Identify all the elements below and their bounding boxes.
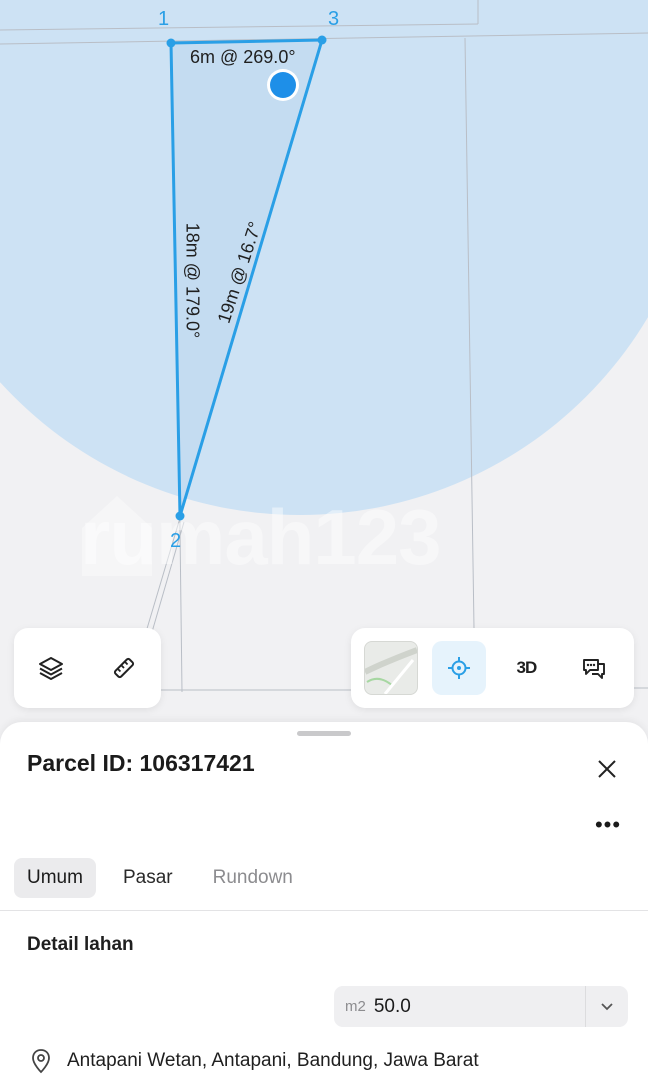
satellite-toggle-button[interactable] [363,641,418,695]
satellite-thumbnail [363,641,418,695]
tabs-divider [0,910,648,911]
section-title-detail-lahan: Detail lahan [27,934,134,955]
close-icon [598,760,616,778]
vertex-3-label: 3 [328,8,340,30]
address-row: Antapani Wetan, Antapani, Bandung, Jawa … [30,1048,479,1074]
sheet-tabs: Umum Pasar Rundown [14,858,320,898]
address-text: Antapani Wetan, Antapani, Bandung, Jawa … [67,1050,479,1071]
chevron-down-icon [601,1002,613,1010]
tab-pasar[interactable]: Pasar [110,858,186,898]
tab-umum[interactable]: Umum [14,858,96,898]
edge-label-left: 18m @ 179.0° [182,222,203,339]
locate-icon [447,657,470,679]
map-toolbar-right: 3D [351,628,634,708]
3d-toggle-button[interactable]: 3D [499,641,553,695]
vertex-3-point[interactable] [317,35,327,45]
parcel-title: Parcel ID: 106317421 [27,750,255,776]
map-toolbar-left [14,628,161,708]
feedback-icon [583,659,606,679]
area-unit: m2 [345,998,366,1015]
area-value: 50.0 [373,995,411,1017]
vertex-1-point[interactable] [166,38,176,48]
location-dot [270,72,296,98]
edge-label-top: 6m @ 269.0° [190,47,296,67]
layers-button[interactable] [24,641,78,695]
accuracy-circle [0,0,648,515]
feedback-button[interactable] [567,641,621,695]
locate-button[interactable] [431,641,486,695]
area-field[interactable]: m2 50.0 [334,986,628,1027]
more-options-button[interactable]: ••• [588,810,628,840]
watermark-text: rumah123 [80,493,442,581]
layers-icon [38,657,63,680]
vertex-1-label: 1 [158,8,170,30]
measure-button[interactable] [97,641,151,695]
vertex-2-label: 2 [170,530,182,552]
area-unit-dropdown[interactable] [585,986,628,1027]
sheet-drag-handle[interactable] [297,731,351,736]
measure-icon [114,657,135,679]
parcel-bottom-sheet: Parcel ID: 106317421 ••• Umum Pasar Rund… [0,722,648,1080]
tab-rundown[interactable]: Rundown [200,858,306,898]
close-button[interactable] [590,752,624,786]
location-pin-icon [32,1049,50,1074]
3d-label: 3D [516,658,538,677]
